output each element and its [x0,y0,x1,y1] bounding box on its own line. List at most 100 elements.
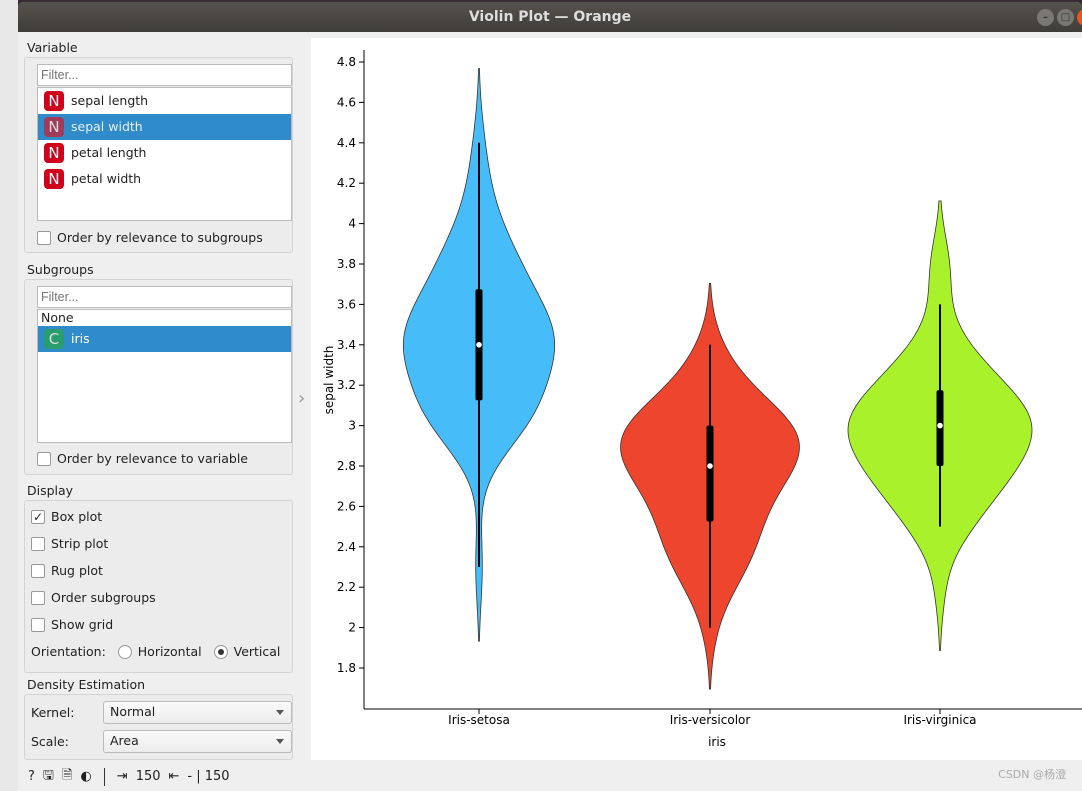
status-bar: ? 🖫 🗎 ◐ ⇥ 150 ⇤ - | 150 [18,762,1082,791]
numeric-icon: N [44,169,64,189]
variable-box: Nsepal length Nsepal width Npetal length… [24,57,293,253]
output-icon: ⇤ [168,769,180,784]
median-dot [937,422,943,429]
maximize-button[interactable]: □ [1057,9,1074,26]
y-tick-label: 4.8 [337,55,356,69]
numeric-icon: N [44,117,64,137]
y-tick-label: 4 [348,217,356,231]
violin-group: Iris-virginica [847,200,1033,727]
minimize-button[interactable]: – [1037,9,1054,26]
orientation-label: Orientation: [31,644,106,659]
y-tick-label: 4.6 [337,95,356,109]
median-dot [707,463,713,469]
violin-chart: 1.8 2 2.2 2.4 2.6 2.8 3 3.2 3.4 3.6 3.8 4 4.2 4.4 4.6 4… [322,50,1082,749]
item-label: sepal width [71,119,143,134]
divider [103,767,105,786]
scale-dropdown[interactable]: Area [103,730,292,753]
visual-settings-icon[interactable]: ◐ [80,769,91,784]
y-axis-label: sepal width [322,346,336,415]
checkbox[interactable] [31,590,45,605]
y-tick-label: 2.4 [337,540,356,554]
y-tick-label: 3.6 [337,297,356,311]
close-button[interactable]: × [1077,9,1082,26]
subgroups-heading: Subgroups [27,262,94,277]
box-plot-checkbox[interactable]: ✓ Box plot [31,509,102,524]
order-by-relevance-variable-checkbox[interactable]: Order by relevance to variable [37,451,248,466]
save-icon[interactable]: 🖫 [43,766,54,788]
orientation-row: Orientation: Horizontal Vertical [31,644,280,659]
x-tick-label: Iris-versicolor [670,713,751,727]
scale-value: Area [110,733,139,748]
y-tick-label: 3.8 [337,257,356,271]
y-tick-label: 1.8 [337,661,356,675]
chevron-down-icon [276,739,284,744]
median-dot [476,342,482,348]
horizontal-radio[interactable] [117,644,132,659]
checkbox-label: Box plot [51,509,103,524]
y-tick-label: 3.4 [337,338,356,352]
kernel-dropdown[interactable]: Normal [103,701,292,724]
report-icon[interactable]: 🗎 [62,766,72,788]
variable-item-petal-length[interactable]: Npetal length [38,140,291,166]
input-count: 150 [135,769,161,784]
checkbox-label: Strip plot [51,536,109,551]
variable-item-petal-width[interactable]: Npetal width [38,166,291,192]
watermark: CSDN @杨澄 [998,768,1066,781]
radio-label: Vertical [233,644,281,659]
checkbox-label: Rug plot [51,563,103,578]
rug-plot-checkbox[interactable]: Rug plot [31,563,103,578]
checkbox[interactable] [37,230,51,245]
checkbox[interactable]: ✓ [31,509,45,524]
show-grid-checkbox[interactable]: Show grid [31,617,113,632]
categorical-icon: C [44,329,64,349]
subgroups-list[interactable]: None Ciris [37,309,292,443]
subgroups-filter-input[interactable] [37,286,292,308]
vertical-radio[interactable] [213,644,228,659]
y-tick-label: 4.2 [337,176,356,190]
violin-plot-window: Violin Plot — Orange – □ × Variable Nsep… [18,2,1082,791]
y-tick-label: 2.6 [337,499,356,513]
x-axis-label: iris [708,735,726,749]
checkbox-label: Order subgroups [51,590,156,605]
violin-group: Iris-setosa [402,68,556,727]
collapse-panel-arrow-icon[interactable]: › [298,388,305,409]
variable-item-sepal-length[interactable]: Nsepal length [38,88,291,114]
checkbox-label: Show grid [51,617,114,632]
strip-plot-checkbox[interactable]: Strip plot [31,536,108,551]
kernel-value: Normal [110,704,156,719]
checkbox[interactable] [31,563,45,578]
y-tick-label: 2.8 [337,459,356,473]
y-tick-label: 2.2 [337,580,356,594]
help-icon[interactable]: ? [28,769,35,784]
y-tick-label: 2 [348,621,356,635]
order-subgroups-checkbox[interactable]: Order subgroups [31,590,156,605]
variable-filter-input[interactable] [37,64,292,86]
checkbox[interactable] [37,451,51,466]
subgroup-item-none[interactable]: None [38,310,291,326]
variable-item-sepal-width[interactable]: Nsepal width [38,114,291,140]
checkbox-label: Order by relevance to variable [57,451,248,466]
variable-heading: Variable [27,40,78,55]
kernel-label: Kernel: [31,705,75,720]
subgroup-item-iris[interactable]: Ciris [38,326,291,352]
background-app [0,0,18,791]
violin-group: Iris-versicolor [620,282,800,727]
variable-list[interactable]: Nsepal length Nsepal width Npetal length… [37,87,292,221]
x-tick-label: Iris-virginica [903,713,976,727]
control-panel: Variable Nsepal length Nsepal width Npet… [18,32,311,762]
checkbox-label: Order by relevance to subgroups [57,230,263,245]
y-tick-label: 3 [348,419,356,433]
y-tick-label: 3.2 [337,378,356,392]
order-by-relevance-subgroups-checkbox[interactable]: Order by relevance to subgroups [37,230,263,245]
output-count: - | 150 [187,769,230,784]
x-tick-label: Iris-setosa [448,713,510,727]
window-title: Violin Plot — Orange [468,9,632,25]
input-icon: ⇥ [116,769,128,784]
checkbox[interactable] [31,617,45,632]
y-tick-label: 4.4 [337,136,356,150]
numeric-icon: N [44,143,64,163]
numeric-icon: N [44,91,64,111]
density-box: Kernel: Normal Scale: Area [24,694,293,760]
item-label: petal length [71,145,147,160]
checkbox[interactable] [31,536,45,551]
